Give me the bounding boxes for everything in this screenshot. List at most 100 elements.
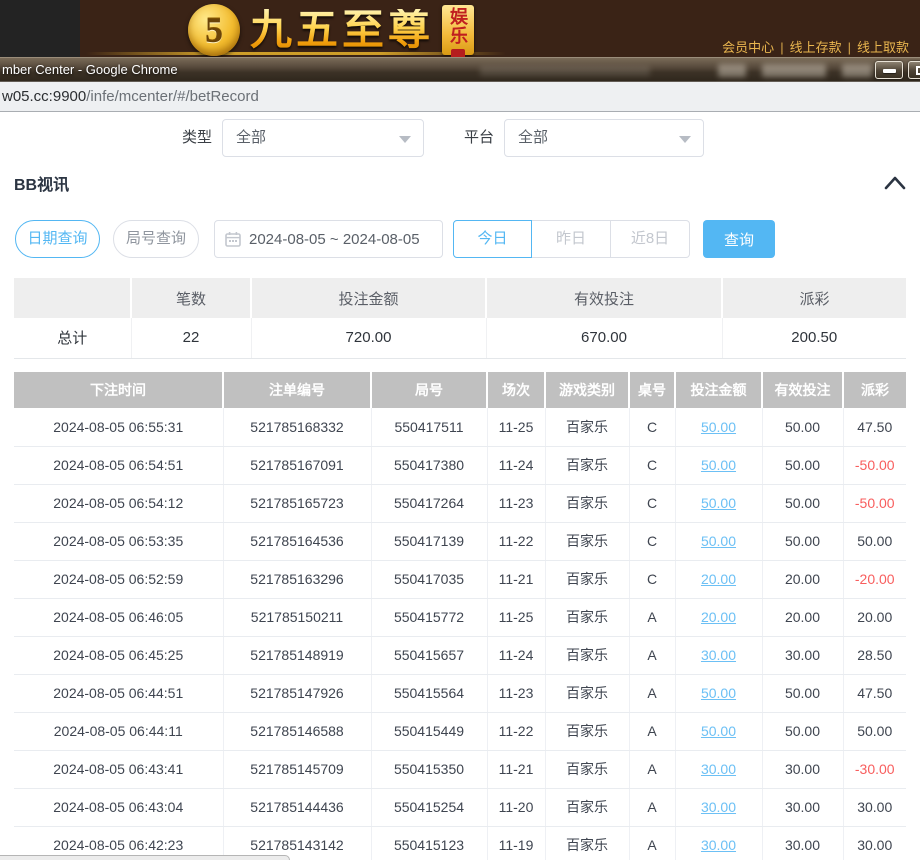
cell-payout: 47.50 [843, 408, 906, 446]
header-order-no: 注单编号 [223, 372, 371, 408]
cell-bet-time: 2024-08-05 06:54:51 [14, 446, 223, 484]
cell-valid-bet: 30.00 [762, 826, 843, 860]
section-title: BB视讯 [14, 171, 69, 195]
table-row: 2024-08-05 06:43:41 521785145709 5504153… [14, 750, 906, 788]
today-button[interactable]: 今日 [453, 220, 532, 258]
cell-game-type: 百家乐 [545, 408, 629, 446]
bet-amount-link[interactable]: 50.00 [675, 408, 762, 446]
cell-valid-bet: 20.00 [762, 560, 843, 598]
cell-valid-bet: 20.00 [762, 598, 843, 636]
summary-valid-bet: 670.00 [486, 318, 722, 358]
cell-game-type: 百家乐 [545, 826, 629, 860]
url-path: /infe/mcenter/#/betRecord [86, 88, 259, 105]
date-range-picker[interactable]: 2024-08-05 ~ 2024-08-05 [214, 220, 443, 258]
cell-valid-bet: 30.00 [762, 750, 843, 788]
cell-payout: -30.00 [843, 750, 906, 788]
last-8-days-button[interactable]: 近8日 [611, 220, 690, 258]
cell-valid-bet: 30.00 [762, 636, 843, 674]
cell-game-type: 百家乐 [545, 446, 629, 484]
blurred-background-decoration [480, 66, 650, 76]
bet-amount-link[interactable]: 50.00 [675, 712, 762, 750]
table-row: 2024-08-05 06:44:51 521785147926 5504155… [14, 674, 906, 712]
browser-urlbar[interactable]: w05.cc:9900/infe/mcenter/#/betRecord [0, 82, 920, 112]
nav-link-withdraw[interactable]: 线上取款 [857, 40, 909, 55]
cell-order-no: 521785148919 [223, 636, 371, 674]
nav-link-member-center[interactable]: 会员中心 [722, 40, 774, 55]
maximize-button[interactable] [908, 61, 920, 79]
bet-amount-link[interactable]: 50.00 [675, 446, 762, 484]
bet-amount-link[interactable]: 20.00 [675, 598, 762, 636]
cell-bet-time: 2024-08-05 06:44:51 [14, 674, 223, 712]
type-filter-label: 类型 [182, 119, 212, 157]
round-query-button[interactable]: 局号查询 [113, 220, 199, 258]
collapse-chevron-icon[interactable] [884, 175, 906, 191]
cell-table-no: C [629, 484, 675, 522]
platform-select[interactable]: 全部 [504, 119, 704, 157]
cell-table-no: C [629, 408, 675, 446]
cell-session: 11-19 [487, 826, 545, 860]
top-nav: 会员中心|线上存款|线上取款 [719, 37, 912, 56]
cell-order-no: 521785144436 [223, 788, 371, 826]
chevron-down-icon [679, 136, 691, 143]
table-row: 2024-08-05 06:44:11 521785146588 5504154… [14, 712, 906, 750]
filter-row: 类型 全部 平台 全部 [0, 119, 920, 157]
query-bar: 日期查询 局号查询 2024-08-05 ~ 2024-08-05 今日 昨日 … [0, 220, 920, 258]
browser-titlebar[interactable]: mber Center - Google Chrome [0, 57, 920, 82]
summary-header-blank [14, 278, 131, 318]
date-range-value: 2024-08-05 ~ 2024-08-05 [249, 231, 420, 248]
type-select[interactable]: 全部 [222, 119, 424, 157]
bet-amount-link[interactable]: 50.00 [675, 484, 762, 522]
site-header: 5 九五至尊 娱乐 会员中心|线上存款|线上取款 [0, 0, 920, 57]
header-round-no: 局号 [371, 372, 487, 408]
bet-amount-link[interactable]: 50.00 [675, 674, 762, 712]
cell-valid-bet: 50.00 [762, 674, 843, 712]
table-row: 2024-08-05 06:53:35 521785164536 5504171… [14, 522, 906, 560]
table-row: 2024-08-05 06:52:59 521785163296 5504170… [14, 560, 906, 598]
cell-game-type: 百家乐 [545, 636, 629, 674]
platform-select-value: 全部 [518, 129, 548, 146]
brand-badge-text: 娱乐 [449, 7, 467, 45]
cell-payout: 50.00 [843, 712, 906, 750]
summary-count: 22 [131, 318, 251, 358]
bet-amount-link[interactable]: 30.00 [675, 750, 762, 788]
cell-game-type: 百家乐 [545, 674, 629, 712]
nav-link-deposit[interactable]: 线上存款 [790, 40, 842, 55]
window-title: mber Center - Google Chrome [2, 62, 178, 77]
cell-round-no: 550417380 [371, 446, 487, 484]
date-query-button[interactable]: 日期查询 [15, 220, 100, 258]
bet-amount-link[interactable]: 30.00 [675, 826, 762, 860]
cell-bet-time: 2024-08-05 06:43:41 [14, 750, 223, 788]
cell-valid-bet: 50.00 [762, 712, 843, 750]
cell-session: 11-21 [487, 560, 545, 598]
cell-game-type: 百家乐 [545, 598, 629, 636]
cell-order-no: 521785167091 [223, 446, 371, 484]
summary-header-row: 笔数 投注金额 有效投注 派彩 [14, 278, 906, 318]
minimize-button[interactable] [875, 61, 903, 79]
cell-bet-time: 2024-08-05 06:45:25 [14, 636, 223, 674]
cell-bet-time: 2024-08-05 06:46:05 [14, 598, 223, 636]
bet-record-page: 类型 全部 平台 全部 BB视讯 日期查询 局号查询 [0, 113, 920, 860]
url-domain: w05.cc:9900 [2, 88, 86, 105]
bet-table-header-row: 下注时间 注单编号 局号 场次 游戏类别 桌号 投注金额 有效投注 派彩 [14, 372, 906, 408]
search-button[interactable]: 查询 [703, 220, 775, 258]
yesterday-button[interactable]: 昨日 [532, 220, 611, 258]
table-row: 2024-08-05 06:46:05 521785150211 5504157… [14, 598, 906, 636]
cell-payout: -20.00 [843, 560, 906, 598]
cell-round-no: 550415564 [371, 674, 487, 712]
header-session: 场次 [487, 372, 545, 408]
header-game-type: 游戏类别 [545, 372, 629, 408]
bet-amount-link[interactable]: 50.00 [675, 522, 762, 560]
bet-amount-link[interactable]: 30.00 [675, 788, 762, 826]
cell-payout: -50.00 [843, 446, 906, 484]
summary-header-count: 笔数 [131, 278, 251, 318]
cell-payout: 20.00 [843, 598, 906, 636]
bet-amount-link[interactable]: 30.00 [675, 636, 762, 674]
cell-table-no: A [629, 636, 675, 674]
logo-coin-icon: 5 [188, 4, 240, 56]
cell-table-no: C [629, 560, 675, 598]
bet-amount-link[interactable]: 20.00 [675, 560, 762, 598]
brand-badge: 娱乐 [442, 5, 474, 55]
cell-round-no: 550417139 [371, 522, 487, 560]
nav-separator: | [848, 40, 851, 55]
header-table-no: 桌号 [629, 372, 675, 408]
